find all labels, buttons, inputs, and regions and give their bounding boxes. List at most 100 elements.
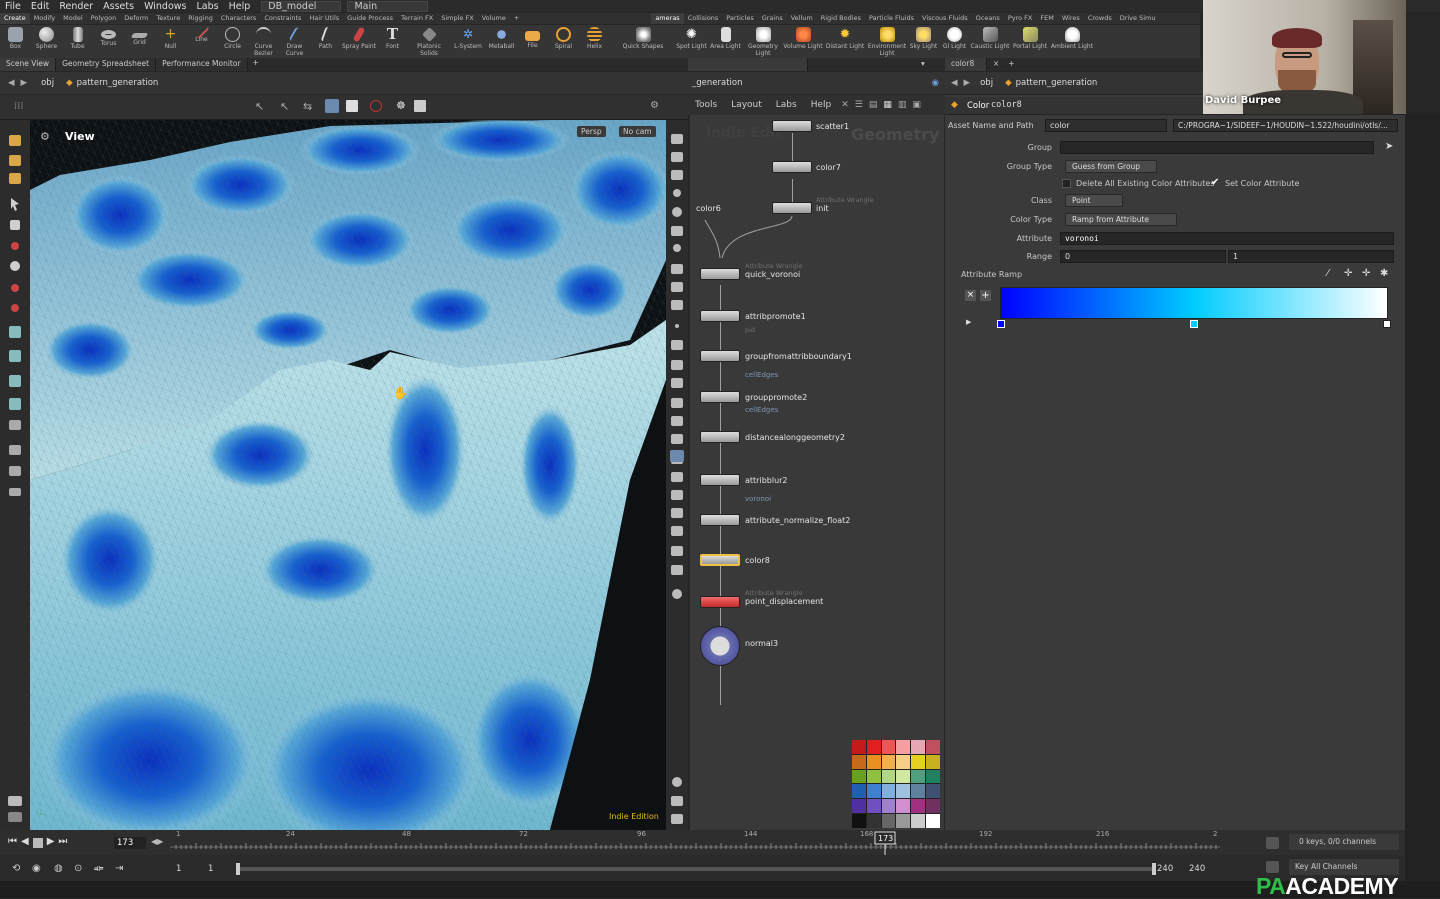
range-end2-field[interactable]: 240 bbox=[1189, 864, 1205, 874]
asset-name-field[interactable]: color bbox=[1045, 119, 1167, 132]
keys-channels-readout[interactable]: 0 keys, 0/0 channels bbox=[1289, 834, 1399, 850]
network-menu-labs[interactable]: Labs bbox=[769, 100, 804, 110]
path-context[interactable]: obj bbox=[41, 78, 54, 88]
path-node[interactable]: pattern_generation bbox=[77, 78, 159, 88]
node-groupfromattribboundary1[interactable] bbox=[700, 350, 740, 362]
timeline-ruler[interactable] bbox=[170, 830, 1220, 855]
ramp-add-key-icon[interactable]: ✛ bbox=[1344, 268, 1352, 279]
play-reverse-icon[interactable]: ◀ bbox=[21, 836, 29, 848]
attribute-ramp[interactable] bbox=[1000, 287, 1388, 319]
view-gear-icon[interactable]: ⚙ bbox=[40, 130, 50, 143]
color-type-dropdown[interactable]: Ramp from Attribute bbox=[1065, 213, 1177, 226]
close-tab-icon[interactable]: × bbox=[987, 58, 1005, 71]
rotate-arrow-icon[interactable]: ⇆ bbox=[303, 100, 312, 113]
tab-performance-monitor[interactable]: Performance Monitor bbox=[156, 58, 248, 71]
stop-icon[interactable]: ■ bbox=[32, 838, 43, 849]
key-all-icon[interactable] bbox=[1266, 861, 1279, 873]
shelf-tab-characters[interactable]: Characters bbox=[217, 13, 260, 24]
node-distancealonggeometry2[interactable] bbox=[700, 431, 740, 443]
shelf-tab-cameras[interactable]: ameras bbox=[651, 13, 684, 24]
ramp-expand-icon[interactable]: ▶ bbox=[966, 318, 971, 326]
keys-icon[interactable] bbox=[1266, 837, 1279, 849]
menu-help[interactable]: Help bbox=[224, 1, 256, 12]
shelf-tab-collisions[interactable]: Collisions bbox=[684, 13, 723, 24]
step-frame-icon[interactable]: ◀▶ bbox=[151, 837, 163, 846]
tool-geometry-light[interactable]: Geometry Light bbox=[744, 25, 782, 57]
tool-null[interactable]: + Null bbox=[155, 25, 186, 51]
tool-font[interactable]: T Font bbox=[377, 25, 408, 51]
node-color-palette[interactable] bbox=[852, 740, 940, 828]
tool-spray-paint[interactable]: Spray Paint bbox=[341, 25, 377, 51]
tool-portal-light[interactable]: Portal Light bbox=[1010, 25, 1050, 51]
class-dropdown[interactable]: Point bbox=[1065, 194, 1123, 207]
network-options-icon[interactable]: ▣ bbox=[909, 100, 924, 110]
tool-distant-light[interactable]: ✹ Distant Light bbox=[824, 25, 866, 51]
camera-persp-menu[interactable]: Persp bbox=[577, 126, 606, 137]
ramp-key-1[interactable] bbox=[1190, 320, 1198, 328]
node-normal3-display[interactable] bbox=[700, 626, 740, 666]
realtime-icon[interactable]: ◍ bbox=[54, 863, 63, 874]
shelf-tab-fem[interactable]: FEM bbox=[1036, 13, 1057, 24]
ramp-add-key2-icon[interactable]: ✛ bbox=[1362, 268, 1370, 279]
tool-curve-bezier[interactable]: Curve Bezier bbox=[248, 25, 279, 57]
shelf-tab-particle-fluids[interactable]: Particle Fluids bbox=[865, 13, 918, 24]
shelf-tab-crowds[interactable]: Crowds bbox=[1084, 13, 1116, 24]
shelf-tab-constraints[interactable]: Constraints bbox=[260, 13, 305, 24]
ramp-edit-icon[interactable]: ⁄ bbox=[1327, 268, 1329, 279]
menu-edit[interactable]: Edit bbox=[26, 1, 54, 12]
list-view-icon[interactable]: ▤ bbox=[866, 100, 881, 110]
node-scatter1[interactable] bbox=[772, 120, 812, 132]
shelf-tab-terrain-fx[interactable]: Terrain FX bbox=[397, 13, 437, 24]
wrench-icon[interactable]: ✕ bbox=[838, 100, 852, 110]
camera-nocam-menu[interactable]: No cam bbox=[619, 126, 656, 137]
range-min-field[interactable]: 0 bbox=[1060, 250, 1226, 263]
shelf-tab-volume[interactable]: Volume bbox=[478, 13, 510, 24]
tool-line[interactable]: Line bbox=[186, 25, 217, 44]
desktop-select[interactable]: DB_model bbox=[261, 0, 342, 12]
select-arrow-icon[interactable]: ↖ bbox=[255, 100, 264, 113]
node-init[interactable] bbox=[772, 202, 812, 214]
tool-file[interactable]: File bbox=[517, 25, 548, 50]
display-mode-icon[interactable] bbox=[325, 99, 339, 113]
tool-quick-shapes[interactable]: Quick Shapes bbox=[610, 25, 676, 51]
current-frame-field[interactable]: 173 bbox=[114, 837, 146, 849]
tab-network[interactable] bbox=[688, 58, 808, 71]
grid-view-icon[interactable]: ▦ bbox=[880, 100, 895, 110]
menu-labs[interactable]: Labs bbox=[191, 1, 223, 12]
shading-icon[interactable] bbox=[346, 100, 358, 112]
attribute-field[interactable]: voronoi bbox=[1060, 232, 1394, 245]
pane-menu-icon[interactable]: ▾ bbox=[918, 58, 928, 71]
network-menu-tools[interactable]: Tools bbox=[688, 100, 724, 110]
range-slider-left-handle[interactable] bbox=[236, 863, 240, 875]
menu-windows[interactable]: Windows bbox=[139, 1, 191, 12]
layout-icon[interactable]: ▥ bbox=[895, 100, 910, 110]
shelf-tab-drive-simulation[interactable]: Drive Simu bbox=[1116, 13, 1160, 24]
tool-platonic-solids[interactable]: Platonic Solids bbox=[408, 25, 450, 57]
node-quick-voronoi[interactable] bbox=[700, 268, 740, 280]
tool-spiral[interactable]: Spiral bbox=[548, 25, 579, 51]
tool-ambient-light[interactable]: Ambient Light bbox=[1050, 25, 1094, 51]
jump-start-icon[interactable]: ⏮ bbox=[8, 836, 17, 848]
params-path-node[interactable]: pattern_generation bbox=[1016, 78, 1098, 88]
range-slider[interactable] bbox=[238, 867, 1156, 871]
tool-environment-light[interactable]: Environment Light bbox=[866, 25, 908, 57]
tool-box[interactable]: Box bbox=[0, 25, 31, 51]
audio-icon[interactable]: ◉ bbox=[32, 863, 41, 874]
tool-grid[interactable]: Grid bbox=[124, 25, 155, 47]
range-tools-icon[interactable]: ⟲ bbox=[12, 863, 20, 874]
playhead-frame[interactable]: 173 bbox=[878, 834, 893, 843]
node-grouppromote2[interactable] bbox=[700, 391, 740, 403]
node-name-field[interactable]: color8 bbox=[991, 100, 1022, 110]
ramp-remove-key-button[interactable]: × bbox=[965, 290, 976, 301]
shelf-tab-model[interactable]: Model bbox=[59, 13, 87, 24]
shelf-tab-deform[interactable]: Deform bbox=[120, 13, 152, 24]
render-region-icon[interactable] bbox=[370, 100, 382, 112]
asset-path-field[interactable]: C:/PROGRA~1/SIDEEF~1/HOUDIN~1.522/houdin… bbox=[1173, 119, 1398, 132]
tool-caustic-light[interactable]: Caustic Light bbox=[970, 25, 1010, 51]
shelf-tab-wires[interactable]: Wires bbox=[1058, 13, 1084, 24]
tool-spot-light[interactable]: ✺ Spot Light bbox=[676, 25, 707, 51]
shelf-tab-hair-utils[interactable]: Hair Utils bbox=[305, 13, 343, 24]
tool-sphere[interactable]: Sphere bbox=[31, 25, 62, 51]
add-params-tab-button[interactable]: + bbox=[1005, 58, 1017, 71]
tab-scene-view[interactable]: Scene View bbox=[0, 58, 57, 71]
